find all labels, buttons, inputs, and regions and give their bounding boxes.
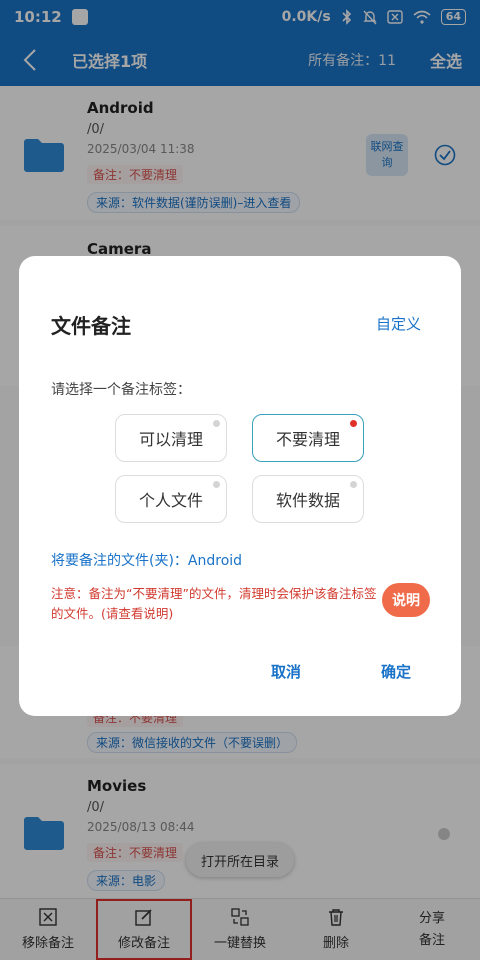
tag-can-clean[interactable]: 可以清理 — [115, 414, 227, 462]
tag-indicator — [350, 420, 357, 427]
file-note-dialog: 文件备注 自定义 请选择一个备注标签： 可以清理 不要清理 个人文件 软件数据 … — [19, 256, 461, 716]
tag-label: 可以清理 — [138, 430, 203, 449]
cancel-button[interactable]: 取消 — [271, 661, 301, 682]
explain-button[interactable]: 说明 — [382, 583, 430, 617]
tag-label: 个人文件 — [138, 491, 203, 510]
tag-indicator — [213, 420, 220, 427]
warning-text: 注意：备注为“不要清理”的文件，清理时会保护该备注标签的文件。(请查看说明) — [51, 586, 377, 621]
tag-prompt: 请选择一个备注标签： — [51, 382, 191, 398]
tag-label: 不要清理 — [275, 430, 340, 449]
custom-tag-button[interactable]: 自定义 — [376, 313, 421, 334]
tag-personal-files[interactable]: 个人文件 — [115, 475, 227, 523]
dialog-title: 文件备注 — [51, 314, 131, 338]
tag-do-not-clean[interactable]: 不要清理 — [252, 414, 364, 462]
target-file-label: 将要备注的文件(夹)：Android — [51, 553, 243, 569]
tag-indicator — [350, 481, 357, 488]
tag-label: 软件数据 — [275, 491, 340, 510]
tag-indicator — [213, 481, 220, 488]
confirm-button[interactable]: 确定 — [381, 661, 411, 682]
tag-app-data[interactable]: 软件数据 — [252, 475, 364, 523]
